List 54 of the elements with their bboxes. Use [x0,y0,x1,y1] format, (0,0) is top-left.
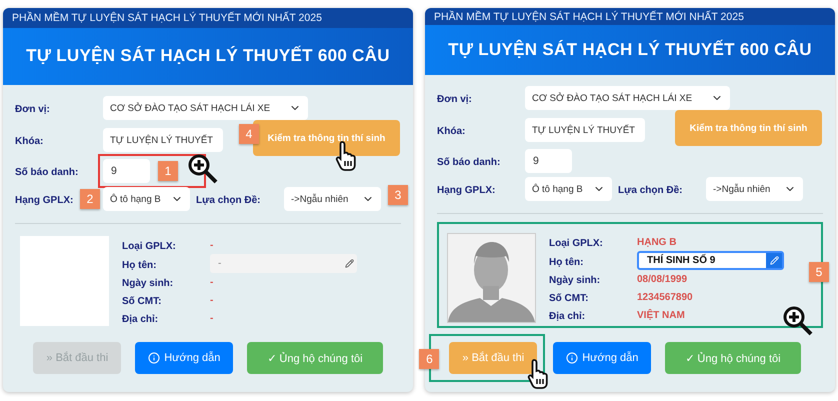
exam-choice-select[interactable]: ->Ngẫu nhiên [706,177,803,201]
guide-button[interactable]: Hướng dẫn [135,342,234,374]
field-label: Khóa: [437,126,466,137]
step-badge: 5 [809,262,829,282]
pencil-icon[interactable] [766,253,782,268]
license-class-select[interactable]: Ô tô hạng B [103,187,190,211]
info-label: Ngày sinh: [122,278,174,289]
step-badge: 1 [158,161,178,181]
info-label: Loại GPLX: [549,238,603,249]
info-value: HẠNG B [637,236,676,248]
license-class-select[interactable]: Ô tô hạng B [525,177,612,201]
info-label: Loại GPLX: [122,241,176,252]
guide-button[interactable]: Hướng dẫn [553,342,652,374]
field-label: Đơn vị: [437,94,472,105]
info-value: - [210,276,214,288]
field-label: Lựa chọn Đề: [618,185,682,196]
candidate-number-field[interactable]: 9 [103,159,150,183]
info-icon [148,352,160,364]
info-label: Số CMT: [122,296,162,307]
unit-select[interactable]: CƠ SỞ ĐÀO TẠO SÁT HẠCH LÁI XE [525,86,730,110]
field-label: Hạng GPLX: [15,195,74,206]
field-label: Đơn vị: [15,104,50,115]
exam-choice-select[interactable]: ->Ngẫu nhiên [284,187,381,211]
field-label: Số báo danh: [437,157,500,168]
page-title: TỰ LUYỆN SÁT HẠCH LÝ THUYẾT 600 CÂU [26,46,390,66]
info-value: VIỆT NAM [637,310,685,320]
info-label: Địa chỉ: [549,311,586,322]
info-label: Họ tên: [549,256,584,268]
info-label: Họ tên: [122,260,156,270]
step-badge: 4 [239,124,259,144]
unit-select[interactable]: CƠ SỞ ĐÀO TẠO SÁT HẠCH LÁI XE [103,96,308,120]
course-select[interactable]: TỰ LUYỆN LÝ THUYẾT [103,128,223,152]
field-label: Lựa chọn Đề: [196,195,260,206]
field-label: Số báo danh: [15,167,78,178]
name-field[interactable]: THÍ SINH SỐ 9 [637,251,784,270]
info-value: - [210,294,214,306]
info-value: - [210,240,214,250]
info-value: 1234567890 [637,292,693,302]
info-value: - [210,312,214,324]
info-value: 08/08/1999 [637,274,688,284]
candidate-number-field[interactable]: 9 [525,149,572,173]
info-label: Ngày sinh: [549,275,600,286]
page-title: TỰ LUYỆN SÁT HẠCH LÝ THUYẾT 600 CÂU [448,40,812,60]
step-badge: 3 [388,185,408,205]
field-label: Khóa: [15,136,44,147]
info-label: Địa chỉ: [122,314,158,325]
course-select[interactable]: TỰ LUYỆN LÝ THUYẾT [525,118,645,142]
top-bar: PHẦN MỀM TỰ LUYỆN SÁT HẠCH LÝ THUYẾT MỚI NHẤT 2025 [425,8,835,26]
info-label: Số CMT: [549,293,588,304]
info-icon [566,352,578,364]
step-badge: 6 [419,349,440,369]
step-badge: 2 [80,189,100,209]
top-bar: PHẦN MỀM TỰ LUYỆN SÁT HẠCH LÝ THUYẾT MỚI NHẤT 2025 [3,8,413,28]
field-label: Hạng GPLX: [437,185,496,196]
